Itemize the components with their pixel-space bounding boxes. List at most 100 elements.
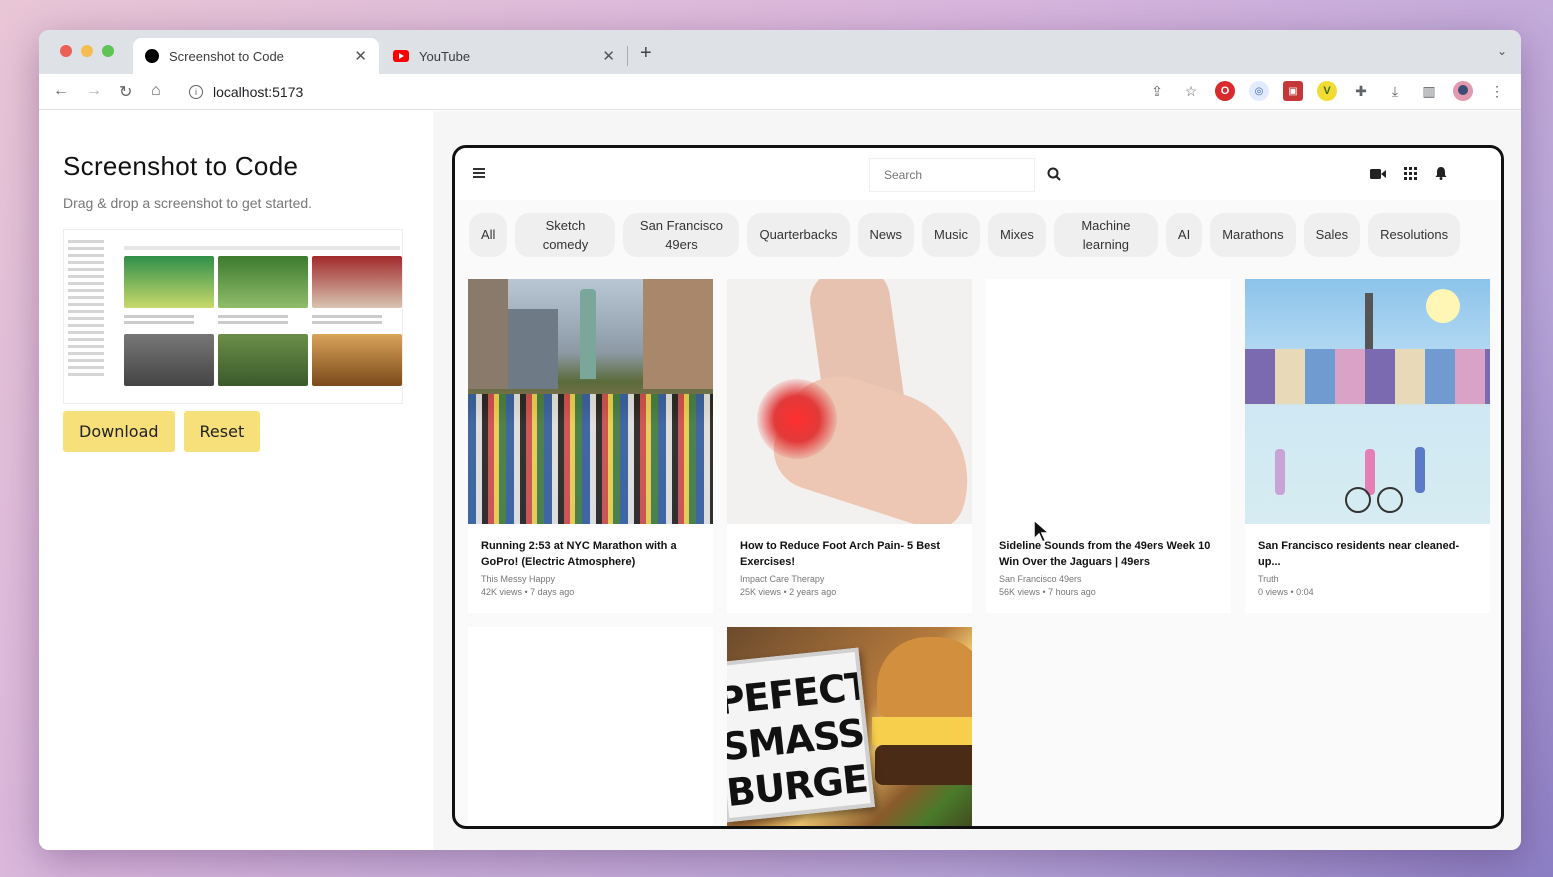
video-meta: 25K views • 2 years ago — [740, 587, 837, 597]
apps-grid-icon[interactable] — [1404, 167, 1417, 180]
chip-news[interactable]: News — [857, 213, 915, 257]
chip-mixes[interactable]: Mixes — [987, 213, 1046, 257]
video-thumbnail[interactable] — [1245, 279, 1490, 524]
tab-search-chevron-icon[interactable]: ⌄ — [1497, 44, 1507, 58]
profile-avatar-icon[interactable] — [1453, 81, 1473, 101]
video-card[interactable]: How to Reduce Foot Arch Pain- 5 Best Exe… — [727, 279, 972, 613]
minimize-window-button[interactable] — [81, 45, 93, 57]
download-button[interactable]: Download — [63, 411, 175, 452]
chip-san-francisco-49ers[interactable]: San Francisco 49ers — [623, 213, 740, 257]
thumb-meta — [218, 312, 308, 330]
home-icon[interactable]: ⌂ — [151, 82, 161, 100]
tab-title: YouTube — [419, 48, 471, 64]
hamburger-menu-icon[interactable] — [473, 168, 485, 178]
site-info-icon[interactable]: i — [189, 85, 203, 99]
browser-window: Screenshot to Code ✕ YouTube ✕ + ⌄ ← → ↻… — [39, 30, 1521, 850]
reload-icon[interactable]: ↻ — [119, 82, 132, 102]
video-card[interactable]: PEFECT SMASSH BURGER — [727, 627, 972, 826]
tab-close-icon[interactable]: ✕ — [354, 47, 367, 65]
thumb-cell — [312, 256, 402, 308]
chip-resolutions[interactable]: Resolutions — [1368, 213, 1461, 257]
chip-marathons[interactable]: Marathons — [1210, 213, 1296, 257]
video-card[interactable]: San Francisco residents near cleaned-up.… — [1245, 279, 1490, 613]
thumb-cell — [312, 334, 402, 386]
youtube-favicon-icon — [393, 50, 409, 62]
video-info: How to Reduce Foot Arch Pain- 5 Best Exe… — [727, 524, 972, 611]
tab-favicon-icon — [145, 49, 159, 63]
chip-sketch-comedy[interactable]: Sketch comedy — [515, 213, 616, 257]
search-icon[interactable] — [1047, 167, 1061, 181]
back-arrow-icon[interactable]: ← — [53, 82, 69, 100]
page-content: Screenshot to Code Drag & drop a screens… — [39, 111, 1521, 850]
chip-bar: All Sketch comedy San Francisco 49ers Qu… — [469, 213, 1461, 257]
video-title[interactable]: How to Reduce Foot Arch Pain- 5 Best Exe… — [740, 538, 959, 570]
video-grid: Running 2:53 at NYC Marathon with a GoPr… — [468, 279, 1490, 826]
menu-kebab-icon[interactable]: ⋮ — [1487, 81, 1507, 101]
thumb-chip-bar — [124, 246, 400, 250]
burger-sign: PEFECT SMASSH BURGER — [727, 647, 875, 823]
chip-all[interactable]: All — [469, 213, 508, 257]
tab-youtube[interactable]: YouTube ✕ — [381, 38, 627, 74]
browser-toolbar: ← → ↻ ⌂ i localhost:5173 ⇪ ☆ O ◎ ▣ V ✚ ⤓… — [39, 74, 1521, 110]
maximize-window-button[interactable] — [102, 45, 114, 57]
notification-bell-icon[interactable] — [1435, 167, 1447, 180]
video-channel[interactable]: Impact Care Therapy — [740, 574, 959, 584]
tab-close-icon[interactable]: ✕ — [602, 47, 615, 65]
chip-sales[interactable]: Sales — [1303, 213, 1361, 257]
video-channel[interactable]: Truth — [1258, 574, 1477, 584]
extension-v-icon[interactable]: V — [1317, 81, 1337, 101]
video-title[interactable]: San Francisco residents near cleaned-up.… — [1258, 538, 1477, 570]
uploaded-screenshot-thumbnail[interactable] — [63, 229, 403, 404]
extension-blue-icon[interactable]: ◎ — [1249, 81, 1269, 101]
forward-arrow-icon[interactable]: → — [86, 82, 102, 100]
action-buttons: Download Reset — [63, 411, 261, 452]
video-thumbnail[interactable] — [468, 279, 713, 524]
reset-button[interactable]: Reset — [183, 411, 261, 452]
thumb-sidebar — [68, 236, 118, 401]
chip-music[interactable]: Music — [922, 213, 980, 257]
thumb-meta — [312, 312, 402, 330]
tab-title: Screenshot to Code — [169, 48, 284, 64]
tab-screenshot-to-code[interactable]: Screenshot to Code ✕ — [133, 38, 379, 74]
preview-header — [455, 148, 1501, 200]
chip-ai[interactable]: AI — [1165, 213, 1203, 257]
video-info: Running 2:53 at NYC Marathon with a GoPr… — [468, 524, 713, 611]
bookmark-star-icon[interactable]: ☆ — [1181, 81, 1201, 101]
extension-box-icon[interactable]: ▣ — [1283, 81, 1303, 101]
video-thumbnail[interactable] — [986, 279, 1231, 524]
video-meta: 56K views • 7 hours ago — [999, 587, 1096, 597]
search-input[interactable] — [869, 158, 1035, 192]
video-thumbnail[interactable]: PEFECT SMASSH BURGER — [727, 627, 972, 826]
address-bar[interactable]: i localhost:5173 — [189, 78, 303, 106]
chip-quarterbacks[interactable]: Quarterbacks — [747, 213, 850, 257]
video-title[interactable]: Running 2:53 at NYC Marathon with a GoPr… — [481, 538, 700, 570]
tab-strip: Screenshot to Code ✕ YouTube ✕ + ⌄ — [39, 30, 1521, 74]
thumb-cell — [124, 256, 214, 308]
thumb-cell — [218, 334, 308, 386]
extension-red-icon[interactable]: O — [1215, 81, 1235, 101]
mouse-cursor-icon — [1033, 519, 1051, 544]
download-icon[interactable]: ⤓ — [1385, 81, 1405, 101]
video-camera-icon[interactable] — [1370, 168, 1386, 180]
video-thumbnail[interactable] — [727, 279, 972, 524]
video-card[interactable] — [468, 627, 713, 826]
video-thumbnail[interactable] — [468, 627, 713, 826]
video-card[interactable]: Sideline Sounds from the 49ers Week 10 W… — [986, 279, 1231, 613]
share-icon[interactable]: ⇪ — [1147, 81, 1167, 101]
video-channel[interactable]: San Francisco 49ers — [999, 574, 1218, 584]
thumb-cell — [124, 334, 214, 386]
video-title[interactable]: Sideline Sounds from the 49ers Week 10 W… — [999, 538, 1218, 570]
side-panel-icon[interactable]: ▥ — [1419, 81, 1439, 101]
left-panel: Screenshot to Code Drag & drop a screens… — [39, 111, 433, 850]
url-text: localhost:5173 — [213, 84, 304, 100]
new-tab-button[interactable]: + — [640, 42, 652, 65]
video-info: Sideline Sounds from the 49ers Week 10 W… — [986, 524, 1231, 611]
close-window-button[interactable] — [60, 45, 72, 57]
chip-machine-learning[interactable]: Machine learning — [1053, 213, 1158, 257]
page-subtitle: Drag & drop a screenshot to get started. — [63, 195, 313, 211]
thumb-meta — [124, 312, 214, 330]
extensions-puzzle-icon[interactable]: ✚ — [1351, 81, 1371, 101]
video-meta: 0 views • 0:04 — [1258, 587, 1314, 597]
video-card[interactable]: Running 2:53 at NYC Marathon with a GoPr… — [468, 279, 713, 613]
video-channel[interactable]: This Messy Happy — [481, 574, 700, 584]
